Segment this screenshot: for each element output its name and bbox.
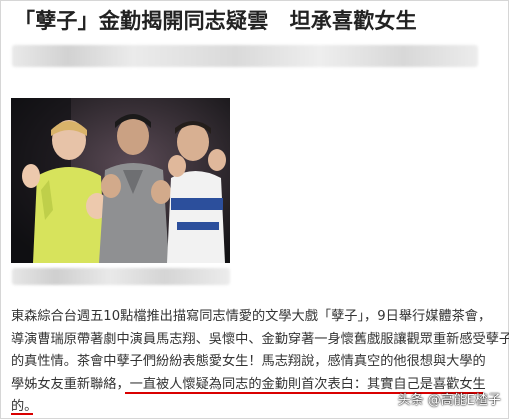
blurred-caption [12, 268, 230, 285]
body-line: 東森綜合台週五10點檔推出描寫同志情愛的文學大戲「孽子」，9日舉行媒體茶會， [11, 309, 492, 324]
blurred-subtitle [12, 45, 478, 67]
watermark: 头条 @高能E楂子 [397, 393, 501, 408]
article-headline: 「孽子」金勤揭開同志疑雲 坦承喜歡女生 [14, 9, 417, 33]
body-line: 的真性情。茶會中孽子們紛紛表態愛女生！馬志翔說，感情真空的他很想與大學的 [11, 354, 486, 369]
photo-illustration [11, 98, 230, 263]
article-photo [11, 98, 230, 263]
body-line: 導演曹瑞原帶著劇中演員馬志翔、吳懷中、金勤穿著一身懷舊戲服讓觀眾重新感受孽子 [11, 331, 509, 347]
highlight-underline [11, 413, 33, 415]
